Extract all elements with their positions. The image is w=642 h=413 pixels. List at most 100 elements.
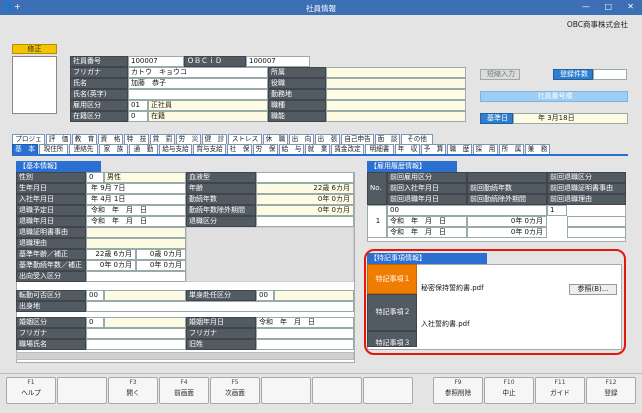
- basic-value-5[interactable]: [86, 227, 186, 238]
- basic-value2-8[interactable]: 0年 0カ月: [136, 260, 186, 271]
- birthplace-field[interactable]: [86, 301, 354, 312]
- tab-row2-1[interactable]: 現住所: [39, 144, 68, 154]
- close-button[interactable]: ✕: [627, 2, 634, 11]
- basic-value2-7[interactable]: 0歳 0カ月: [136, 249, 186, 260]
- tab-row1-14[interactable]: その他: [401, 134, 433, 144]
- eh-years1[interactable]: 0年 0カ月: [467, 216, 547, 227]
- base-date-field[interactable]: 年 3月18日: [513, 113, 628, 124]
- basic-value-1[interactable]: 年 9月 7日: [86, 183, 186, 194]
- fkey-6-button[interactable]: [261, 377, 311, 404]
- short-input-button[interactable]: 短縮入力: [480, 69, 520, 80]
- tab-row1-9[interactable]: 休 職: [263, 134, 288, 144]
- basic-value-2[interactable]: 年 4月 1日: [86, 194, 186, 205]
- eh-date2[interactable]: 令和 年 月 日: [387, 227, 467, 238]
- basic-value-8[interactable]: 0年 0カ月: [86, 260, 136, 271]
- tab-row1-13[interactable]: 面 談: [375, 134, 400, 144]
- tab-row2-15[interactable]: 職 歴: [447, 144, 472, 154]
- name-english-field[interactable]: [128, 89, 268, 100]
- base-date-label[interactable]: 基準日: [480, 113, 513, 124]
- basic-right-value-4[interactable]: [256, 216, 354, 227]
- marriage-date-field[interactable]: 令和 年 月 日: [256, 317, 354, 328]
- eh-cert[interactable]: [567, 216, 626, 227]
- basic-value-6[interactable]: [86, 238, 186, 249]
- transfer-code[interactable]: 00: [86, 290, 104, 301]
- fkey-10-button[interactable]: F10 中止: [484, 377, 534, 404]
- tab-row1-7[interactable]: 健 診: [202, 134, 227, 144]
- tab-row2-7[interactable]: 社 保: [227, 144, 252, 154]
- tab-row2-9[interactable]: 給 与: [279, 144, 304, 154]
- job-grade-field[interactable]: [326, 111, 466, 122]
- basic-right-value-0[interactable]: [256, 172, 354, 183]
- tab-row2-17[interactable]: 所 属: [499, 144, 524, 154]
- status-code[interactable]: 0: [128, 111, 148, 122]
- fkey-12-button[interactable]: F12 登録: [586, 377, 636, 404]
- tab-row1-3[interactable]: 資 格: [98, 134, 123, 144]
- tab-row1-5[interactable]: 賞 罰: [150, 134, 175, 144]
- eh-reason[interactable]: [567, 227, 626, 238]
- fkey-5-button[interactable]: F5 次画面: [210, 377, 260, 404]
- tab-row1-1[interactable]: 評 価: [46, 134, 71, 144]
- minimize-button[interactable]: —: [582, 2, 590, 11]
- tab-row1-8[interactable]: ストレス: [228, 134, 262, 144]
- maximize-button[interactable]: □: [604, 2, 612, 11]
- tab-row2-0[interactable]: 基 本: [12, 144, 38, 154]
- name-field[interactable]: 加藤 恭子: [128, 78, 268, 89]
- photo-area[interactable]: [12, 56, 57, 114]
- workplace-field[interactable]: [326, 89, 466, 100]
- emp-no-field[interactable]: 100007: [128, 56, 184, 67]
- tab-row2-13[interactable]: 年 収: [395, 144, 420, 154]
- maiden-name-field[interactable]: [256, 339, 354, 350]
- eh-date1[interactable]: 令和 年 月 日: [387, 216, 467, 227]
- basic-value-3[interactable]: 令和 年 月 日: [86, 205, 186, 216]
- fkey-1-button[interactable]: F1 ヘルプ: [6, 377, 56, 404]
- edit-button[interactable]: 修正: [12, 44, 57, 54]
- tab-row2-6[interactable]: 賞与支給: [193, 144, 226, 154]
- basic-code-0[interactable]: 0: [86, 172, 104, 183]
- tab-row2-12[interactable]: 明細書: [365, 144, 394, 154]
- tab-row2-5[interactable]: 給与支給: [159, 144, 192, 154]
- single-assign-code[interactable]: 00: [256, 290, 274, 301]
- department-field[interactable]: [326, 67, 466, 78]
- basic-value-9[interactable]: [86, 271, 186, 282]
- tab-row2-2[interactable]: 連絡先: [69, 144, 98, 154]
- furigana2-field[interactable]: [256, 328, 354, 339]
- employment-type-code[interactable]: 01: [128, 100, 148, 111]
- tab-row1-0[interactable]: プロジェ: [12, 134, 45, 144]
- tab-row2-18[interactable]: 兼 務: [525, 144, 550, 154]
- tab-row2-11[interactable]: 賃金改定: [331, 144, 364, 154]
- tab-row1-4[interactable]: 特 技: [124, 134, 149, 144]
- tab-row2-14[interactable]: 予 算: [421, 144, 446, 154]
- eh-years2[interactable]: 0年 0カ月: [467, 227, 547, 238]
- horizontal-scrollbar[interactable]: [16, 352, 354, 360]
- tab-row1-11[interactable]: 出 張: [315, 134, 340, 144]
- fkey-11-button[interactable]: F11 ガイド: [535, 377, 585, 404]
- basic-value-7[interactable]: 22歳 6カ月: [86, 249, 136, 260]
- sort-order-button[interactable]: 社員番号順: [480, 91, 628, 102]
- tab-row1-12[interactable]: 自己申告: [341, 134, 374, 144]
- reg-count-button[interactable]: 登録件数: [553, 69, 593, 80]
- basic-value-4[interactable]: 令和 年 月 日: [86, 216, 186, 227]
- tab-row2-8[interactable]: 労 保: [253, 144, 278, 154]
- eh-code2[interactable]: 1: [547, 205, 567, 216]
- tab-row2-4[interactable]: 通 勤: [129, 144, 158, 154]
- work-name-field[interactable]: [86, 339, 186, 350]
- fkey-4-button[interactable]: F4 前画面: [159, 377, 209, 404]
- fkey-3-button[interactable]: F3 開く: [108, 377, 158, 404]
- fkey-7-button[interactable]: [312, 377, 362, 404]
- obcid-field[interactable]: 100007: [246, 56, 310, 67]
- tab-row2-3[interactable]: 家 族: [99, 144, 128, 154]
- position-field[interactable]: [326, 78, 466, 89]
- eh-code[interactable]: 00: [387, 205, 547, 216]
- kana-field[interactable]: カトウ キョウコ: [128, 67, 268, 78]
- fkey-2-button[interactable]: [57, 377, 107, 404]
- tab-row1-6[interactable]: 労 災: [176, 134, 201, 144]
- fkey-9-button[interactable]: F9 参照削除: [433, 377, 483, 404]
- marital-code[interactable]: 0: [86, 317, 104, 328]
- furigana-field[interactable]: [86, 328, 186, 339]
- tab-row1-10[interactable]: 出 向: [289, 134, 314, 144]
- tab-row2-16[interactable]: 採 用: [473, 144, 498, 154]
- fkey-8-button[interactable]: [363, 377, 413, 404]
- tab-row1-2[interactable]: 教 育: [72, 134, 97, 144]
- job-type-field[interactable]: [326, 100, 466, 111]
- tab-row2-10[interactable]: 就 業: [305, 144, 330, 154]
